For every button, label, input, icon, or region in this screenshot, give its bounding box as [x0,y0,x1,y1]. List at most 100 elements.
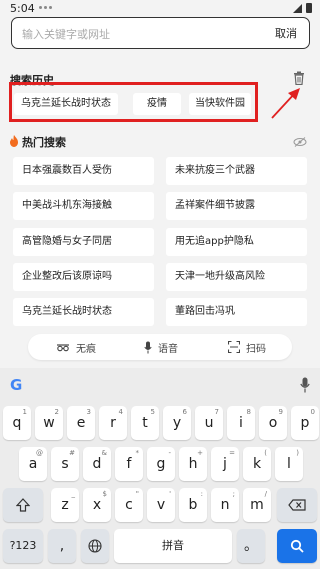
key-hint: 7 [214,408,219,416]
hide-eye-icon[interactable] [293,137,307,147]
key-hint: " [135,490,139,498]
signal-icon [293,3,302,13]
key-hint: 6 [182,408,187,416]
key-r[interactable]: 4r [99,406,127,440]
hot-item[interactable]: 董路回击冯巩 [166,298,307,326]
keyboard-mic-icon[interactable] [300,377,310,393]
key-w[interactable]: 2w [35,406,63,440]
incognito-icon [57,344,69,352]
key-n[interactable]: ; n [211,488,239,522]
key-i[interactable]: 8i [227,406,255,440]
soft-keyboard: G 1 q 2 w 3 e 4 r 5 t 6 y 7 u 8 i 9 o 0 p @ a # s & d * f - g + h = j(k) l… [0,368,320,569]
history-chip[interactable]: 疫情 [133,93,181,115]
key-l[interactable]: ) l [275,447,303,481]
incognito-button[interactable]: 无痕 [56,334,96,360]
key-h[interactable]: + h [179,447,207,481]
voice-button[interactable]: 语音 [144,334,178,360]
symbols-key[interactable]: ?123 [3,529,43,563]
key-hint: 2 [54,408,59,416]
keyboard-toolbar: G [0,368,320,402]
key-x[interactable]: $ x [83,488,111,522]
annotation-arrow-icon [271,88,300,119]
fire-icon [10,135,18,147]
microphone-icon [144,341,152,353]
status-icons [293,3,312,13]
key-z[interactable]: _ z [51,488,79,522]
period-key[interactable]: 。 [237,529,265,563]
key-m[interactable]: / m [243,488,271,522]
key-q[interactable]: 1q [3,406,31,440]
hot-item[interactable]: 天津一地升级高风险 [166,263,307,291]
backspace-icon [288,499,306,511]
key-hint: 0 [310,408,315,416]
key-u[interactable]: 7u [195,406,223,440]
key-hint: = [229,449,235,457]
key-hint: 8 [246,408,251,416]
hot-item[interactable]: 企业整改后该原谅吗 [13,263,154,291]
key-hint: 4 [118,408,123,416]
key-d[interactable]: & d [83,447,111,481]
key-o[interactable]: 9o [259,406,287,440]
key-hint: ) [296,449,299,457]
key-hint: ; [232,490,235,498]
search-icon [290,539,304,553]
scan-button[interactable]: 扫码 [228,334,266,360]
status-bar: 5:04 [0,0,320,16]
key-s[interactable]: # s [51,447,79,481]
key-k[interactable]: (k [243,447,271,481]
hot-search-title: 热门搜索 [22,136,66,149]
scan-label: 扫码 [246,343,266,355]
trash-icon[interactable] [293,71,305,85]
hot-item[interactable]: 中美战斗机东海接触 [13,192,154,220]
key-b[interactable]: :b [179,488,207,522]
key-a[interactable]: @ a [19,447,47,481]
key-c[interactable]: " c [115,488,143,522]
status-time: 5:04 [10,2,35,15]
key-j[interactable]: = j [211,447,239,481]
key-y[interactable]: 6y [163,406,191,440]
search-key[interactable] [277,529,317,563]
scan-icon [228,341,240,353]
key-hint: / [264,490,267,498]
key-hint: ' [169,490,171,498]
key-hint: ( [264,449,267,457]
hot-item[interactable]: 孟祥案件细节披露 [166,192,307,220]
key-e[interactable]: 3e [67,406,95,440]
hot-item[interactable]: 用无追app护隐私 [166,228,307,256]
google-logo-icon[interactable]: G [10,376,22,394]
history-chip[interactable]: 当快软件园 [189,93,251,115]
key-hint: 1 [22,408,27,416]
key-p[interactable]: 0p [291,406,319,440]
key-hint: : [200,490,203,498]
key-hint: 5 [150,408,155,416]
language-key[interactable] [81,529,109,563]
hot-item[interactable]: 日本强震数百人受伤 [13,157,154,185]
history-chip[interactable]: 乌克兰延长战时状态 [14,93,118,115]
key-t[interactable]: 5t [131,406,159,440]
comma-key[interactable]: , [48,529,76,563]
hot-item[interactable]: 未来抗疫三个武器 [166,157,307,185]
key-g[interactable]: -g [147,447,175,481]
key-hint: $ [102,490,107,498]
key-hint: @ [36,449,43,457]
shift-key[interactable] [3,488,43,522]
cancel-button[interactable]: 取消 [275,25,297,41]
space-key[interactable]: 拼音 [114,529,232,563]
key-hint: _ [71,490,76,498]
key-hint: & [101,449,107,457]
hot-item[interactable]: 高管隐婚与女子同居 [13,228,154,256]
backspace-key[interactable] [277,488,317,522]
key-hint: + [197,449,203,457]
hot-item[interactable]: 乌克兰延长战时状态 [13,298,154,326]
key-hint: 3 [86,408,91,416]
search-input[interactable] [22,24,252,44]
key-label: 。 [244,538,258,554]
battery-icon [306,3,312,13]
shift-icon [15,498,31,512]
incognito-label: 无痕 [76,343,96,355]
key-label: , [59,538,65,554]
voice-label: 语音 [158,343,178,355]
key-v[interactable]: ' v [147,488,175,522]
key-f[interactable]: * f [115,447,143,481]
key-label: ?123 [9,539,37,552]
